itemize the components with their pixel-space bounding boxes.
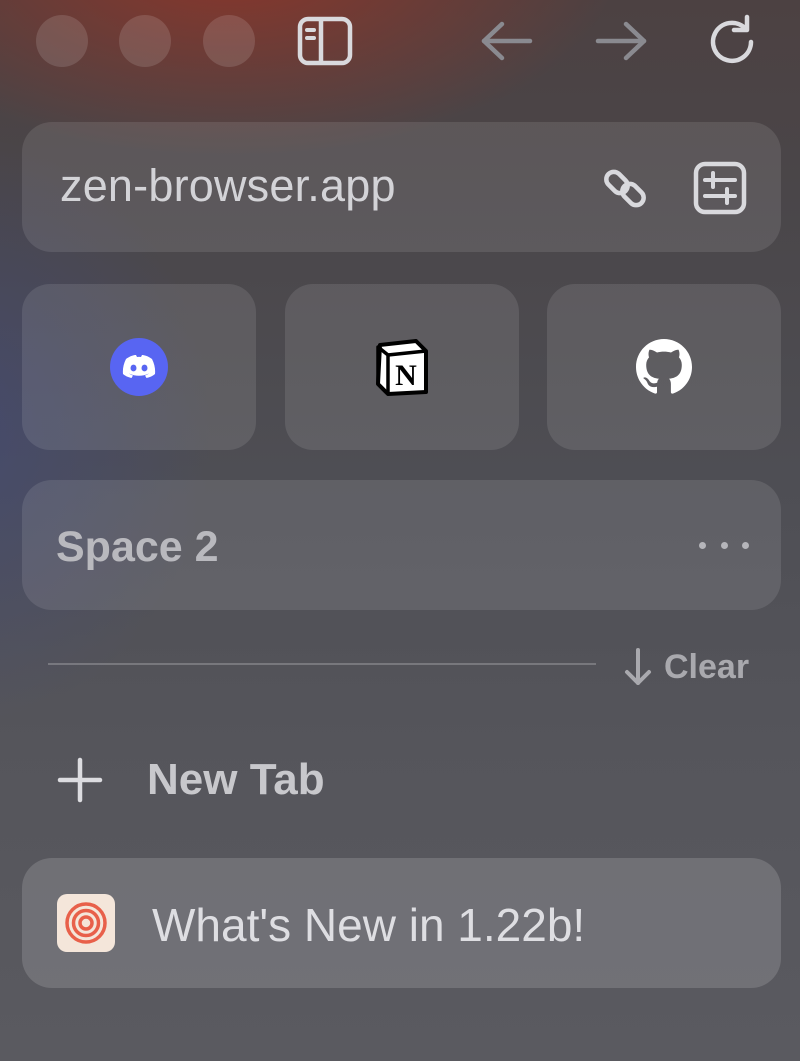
more-dots-icon[interactable] xyxy=(699,532,749,558)
plus-icon xyxy=(55,755,105,805)
space-header[interactable]: Space 2 xyxy=(22,480,781,610)
pinned-tab-github[interactable] xyxy=(547,284,781,450)
arrow-right-icon[interactable] xyxy=(592,17,650,65)
window-close-button[interactable] xyxy=(36,15,88,67)
pinned-tab-discord[interactable] xyxy=(22,284,256,450)
discord-icon xyxy=(110,338,168,396)
arrow-left-icon[interactable] xyxy=(478,17,536,65)
window-minimize-button[interactable] xyxy=(119,15,171,67)
svg-text:N: N xyxy=(395,359,417,392)
zen-logo-icon xyxy=(57,894,115,952)
tab-separator xyxy=(48,663,596,665)
url-text[interactable]: zen-browser.app xyxy=(60,160,396,212)
link-icon[interactable] xyxy=(596,158,656,218)
arrow-down-icon xyxy=(624,647,652,687)
clear-tabs-button[interactable]: Clear xyxy=(624,642,749,692)
clear-label: Clear xyxy=(664,647,750,686)
sidebar-toggle-icon[interactable] xyxy=(296,14,354,68)
reload-icon[interactable] xyxy=(702,12,764,72)
github-icon xyxy=(636,339,692,394)
notion-icon: N xyxy=(376,339,428,396)
tab-item[interactable]: What's New in 1.22b! xyxy=(22,858,781,988)
toolbar xyxy=(0,0,800,90)
window-zoom-button[interactable] xyxy=(203,15,255,67)
pinned-tab-notion[interactable]: N xyxy=(285,284,519,450)
new-tab-button[interactable]: New Tab xyxy=(55,745,325,815)
space-title: Space 2 xyxy=(56,523,219,571)
tab-title: What's New in 1.22b! xyxy=(152,899,586,951)
url-bar[interactable]: zen-browser.app xyxy=(22,122,781,252)
new-tab-label: New Tab xyxy=(147,755,325,804)
page-settings-icon[interactable] xyxy=(690,158,750,218)
